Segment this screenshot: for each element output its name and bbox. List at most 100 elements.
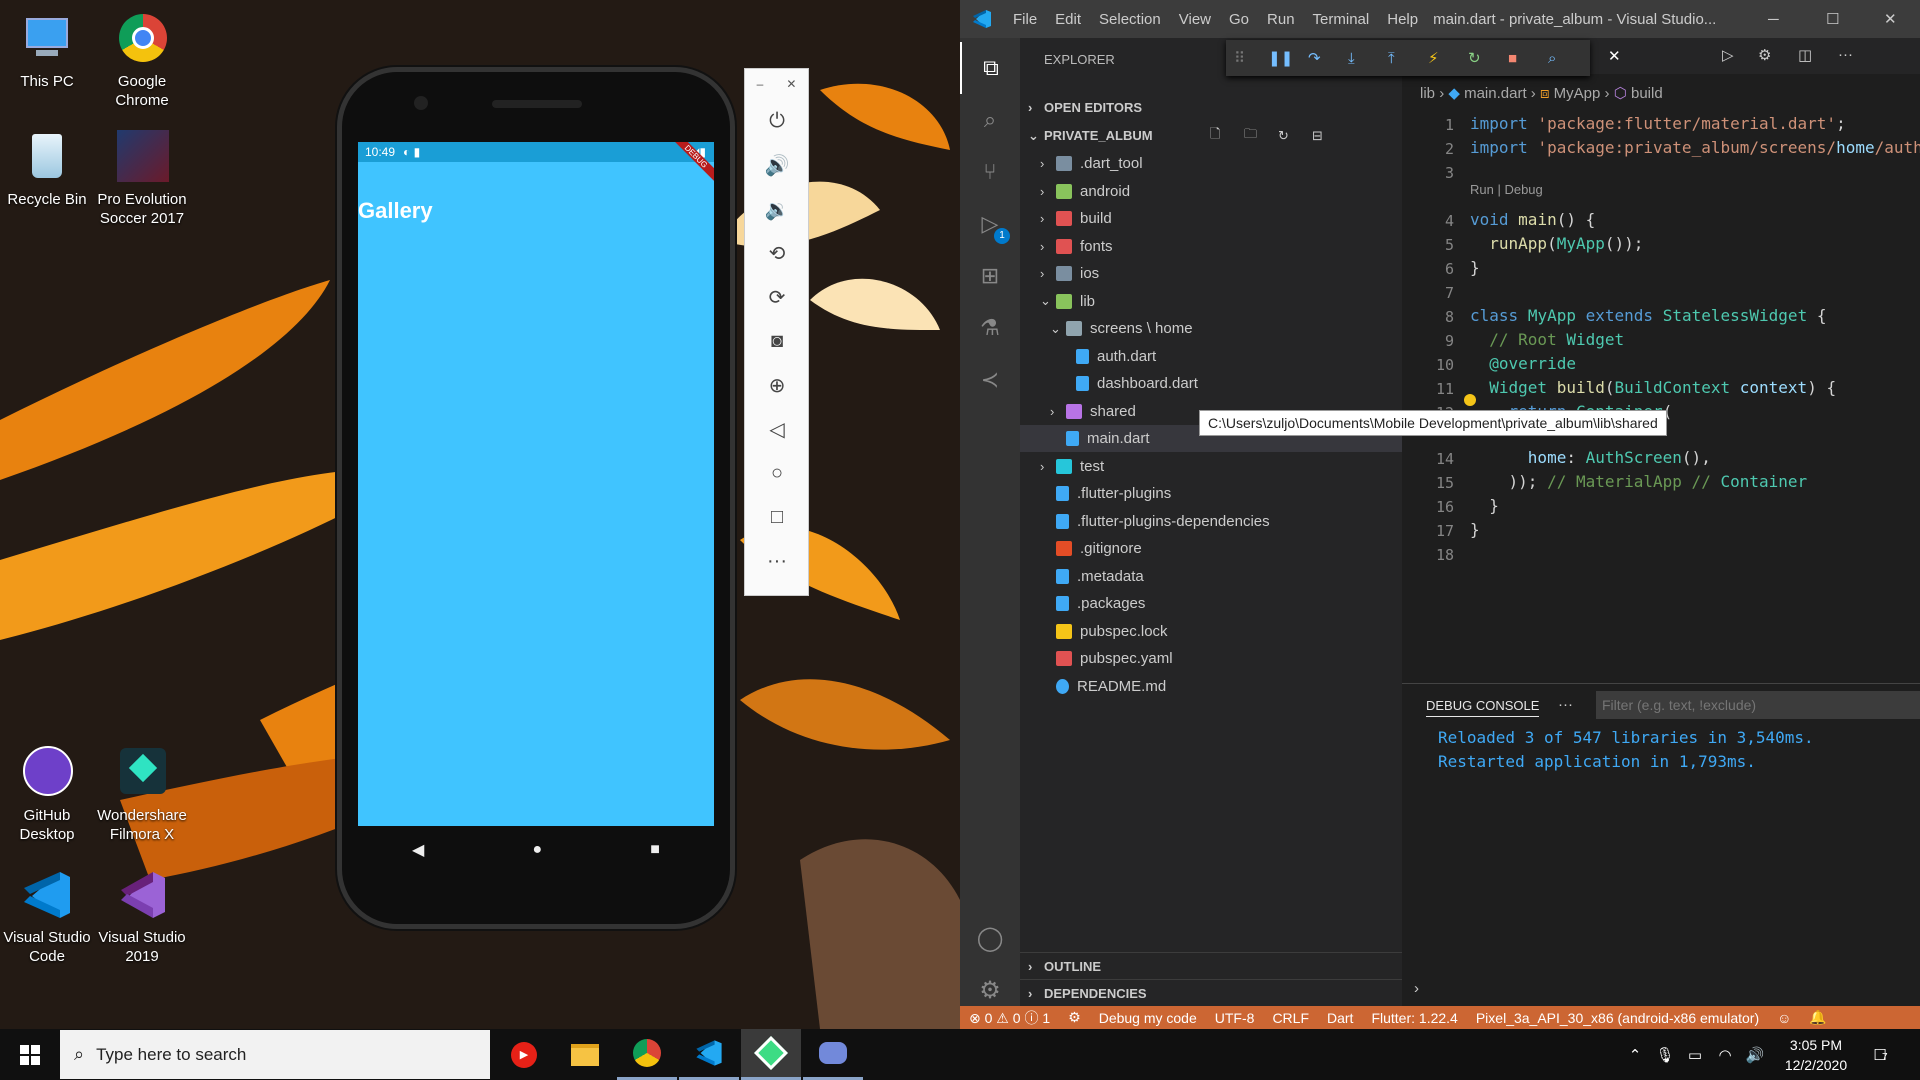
step-out-icon[interactable]: ⤒	[1388, 50, 1428, 67]
menu-selection[interactable]: Selection	[1090, 11, 1170, 28]
codelens-run-debug[interactable]: Run | Debug	[1470, 182, 1543, 197]
flutter-version[interactable]: Flutter: 1.22.4	[1362, 1010, 1466, 1026]
pause-icon[interactable]: ❚❚	[1268, 49, 1308, 67]
desktop-icon-recycle-bin[interactable]: Recycle Bin	[0, 130, 95, 209]
flutter-icon[interactable]: ≺	[960, 354, 1020, 406]
restart-icon[interactable]: ↻	[1468, 49, 1508, 67]
back-icon[interactable]: ◁	[745, 407, 809, 451]
tree-item[interactable]: pubspec.yaml	[1020, 645, 1402, 672]
tree-item[interactable]: .flutter-plugins-dependencies	[1020, 508, 1402, 535]
breadcrumb-lib[interactable]: lib	[1420, 85, 1435, 102]
new-file-icon[interactable]: 🗋	[1210, 125, 1220, 147]
line-ending[interactable]: CRLF	[1263, 1010, 1318, 1026]
collapse-all-icon[interactable]: ⊟	[1312, 128, 1323, 144]
close-window-button[interactable]: ✕	[1884, 10, 1897, 28]
tree-item[interactable]: › build	[1020, 205, 1402, 232]
split-editor-icon[interactable]: ◫	[1798, 46, 1812, 64]
stop-icon[interactable]: ■	[1508, 50, 1548, 67]
menu-file[interactable]: File	[1004, 11, 1046, 28]
chevron-icon[interactable]: ⌄	[1040, 293, 1056, 309]
desktop-icon-github[interactable]: GitHub Desktop	[0, 746, 95, 844]
breadcrumb-file[interactable]: main.dart	[1464, 85, 1527, 102]
chevron-icon[interactable]: ›	[1040, 211, 1056, 226]
more-icon[interactable]: ···	[745, 539, 809, 583]
chevron-icon[interactable]: ›	[1040, 266, 1056, 281]
breadcrumb-class[interactable]: MyApp	[1554, 85, 1601, 102]
notification-center-icon[interactable]: ☐ 7	[1862, 1046, 1898, 1064]
tree-item[interactable]: ⌄ lib	[1020, 288, 1402, 315]
battery-icon[interactable]: ▭	[1680, 1046, 1710, 1064]
outline-section[interactable]: › OUTLINE	[1020, 952, 1402, 979]
device-selector[interactable]: Pixel_3a_API_30_x86 (android-x86 emulato…	[1467, 1010, 1768, 1026]
chevron-icon[interactable]: ›	[1050, 404, 1066, 419]
debug-run-icon[interactable]: ⚙	[1758, 46, 1771, 64]
close-tab-icon[interactable]: ✕	[1608, 47, 1621, 65]
debug-config[interactable]: Debug my code	[1090, 1010, 1206, 1026]
emulator-minimize-button[interactable]: –	[757, 77, 764, 91]
taskbar-youtube-music[interactable]: ▶	[494, 1029, 554, 1080]
breadcrumb-method[interactable]: build	[1631, 85, 1663, 102]
menu-help[interactable]: Help	[1378, 11, 1427, 28]
phone-screen[interactable]: 10:49 ◐ ▮ ◢▮ DEBUG Gallery	[358, 142, 714, 826]
overview-icon[interactable]: □	[745, 495, 809, 539]
inspect-icon[interactable]: ⌕	[1548, 50, 1568, 67]
start-button[interactable]	[0, 1029, 60, 1080]
open-editors-section[interactable]: › OPEN EDITORS	[1020, 94, 1402, 121]
tree-item[interactable]: › test	[1020, 453, 1402, 480]
tree-item[interactable]: README.md	[1020, 673, 1402, 700]
chevron-icon[interactable]: ›	[1040, 459, 1056, 474]
tree-item[interactable]: .flutter-plugins	[1020, 480, 1402, 507]
maximize-window-button[interactable]: ☐	[1826, 10, 1839, 28]
volume-down-icon[interactable]: 🔉	[745, 187, 809, 231]
volume-up-icon[interactable]: 🔊	[745, 143, 809, 187]
panel-more-icon[interactable]: ···	[1558, 696, 1573, 713]
tree-item[interactable]: ⌄ screens \ home	[1020, 315, 1402, 342]
explorer-icon[interactable]: ⧉	[960, 42, 1020, 94]
extensions-icon[interactable]: ⊞	[960, 250, 1020, 302]
desktop-icon-pes-2017[interactable]: Pro Evolution Soccer 2017	[94, 130, 190, 228]
step-over-icon[interactable]: ↷	[1308, 49, 1348, 67]
accounts-icon[interactable]: ◯	[960, 912, 1020, 964]
chevron-icon[interactable]: ⌄	[1050, 321, 1066, 337]
menu-edit[interactable]: Edit	[1046, 11, 1090, 28]
tree-item[interactable]: pubspec.lock	[1020, 618, 1402, 645]
drag-handle-icon[interactable]: ⠿	[1234, 49, 1268, 67]
microphone-icon[interactable]: 🎙	[1650, 1046, 1680, 1064]
taskbar-discord[interactable]	[803, 1029, 863, 1080]
chevron-icon[interactable]: ›	[1040, 239, 1056, 254]
power-icon[interactable]: ⏻	[745, 99, 809, 143]
tree-item[interactable]: › ios	[1020, 260, 1402, 287]
feedback-icon[interactable]: ☺	[1768, 1010, 1800, 1026]
tree-item[interactable]: › fonts	[1020, 233, 1402, 260]
rotate-left-icon[interactable]: ⟲	[745, 231, 809, 275]
desktop-icon-vscode[interactable]: Visual Studio Code	[0, 868, 95, 966]
menu-go[interactable]: Go	[1220, 11, 1258, 28]
zoom-icon[interactable]: ⊕	[745, 363, 809, 407]
tree-item[interactable]: auth.dart	[1020, 343, 1402, 370]
taskbar-chrome[interactable]	[617, 1029, 677, 1080]
refresh-icon[interactable]: ↻	[1278, 128, 1289, 144]
chevron-icon[interactable]: ›	[1040, 184, 1056, 199]
search-icon[interactable]: ⌕	[960, 94, 1020, 146]
emulator-close-button[interactable]: ✕	[786, 77, 796, 91]
new-folder-icon[interactable]: 🗀	[1244, 125, 1257, 147]
encoding[interactable]: UTF-8	[1206, 1010, 1264, 1026]
camera-icon[interactable]: ◙	[745, 319, 809, 363]
debug-console-tab[interactable]: DEBUG CONSOLE	[1426, 698, 1540, 717]
taskbar-search[interactable]: ⌕ Type here to search	[60, 1030, 490, 1079]
notifications-icon[interactable]: 🔔	[1800, 1009, 1835, 1026]
home-nav-icon[interactable]: ●	[532, 841, 542, 859]
console-filter-input[interactable]	[1596, 691, 1920, 719]
minimize-window-button[interactable]: ─	[1768, 11, 1779, 28]
back-nav-icon[interactable]: ◀	[412, 840, 424, 860]
rotate-right-icon[interactable]: ⟳	[745, 275, 809, 319]
taskbar-emulator[interactable]	[741, 1029, 801, 1080]
tree-item[interactable]: .packages	[1020, 590, 1402, 617]
desktop-icon-filmora[interactable]: Wondershare Filmora X	[94, 746, 190, 844]
source-control-icon[interactable]: ⑂	[960, 146, 1020, 198]
dependencies-section[interactable]: › DEPENDENCIES	[1020, 979, 1402, 1006]
clock[interactable]: 3:05 PM 12/2/2020	[1770, 1035, 1862, 1075]
step-into-icon[interactable]: ⤓	[1348, 50, 1388, 67]
project-section[interactable]: ⌄ PRIVATE_ALBUM 🗋 🗀 ↻ ⊟	[1020, 122, 1402, 149]
volume-icon[interactable]: 🔊	[1740, 1046, 1770, 1064]
